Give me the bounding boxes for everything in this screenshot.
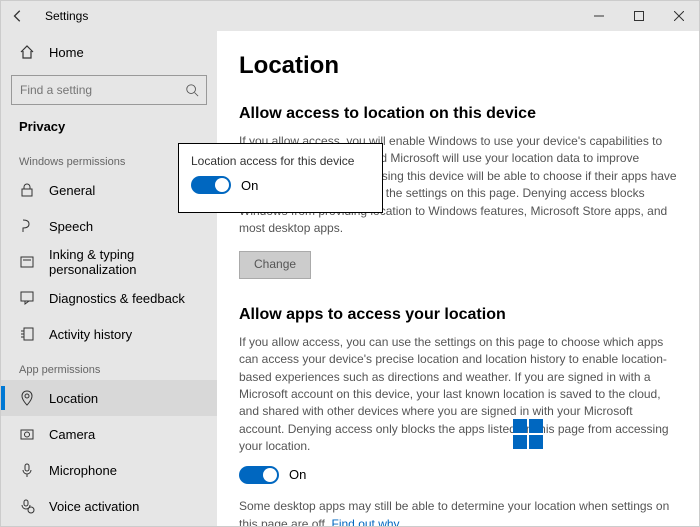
sidebar-item-label: Speech <box>49 219 93 234</box>
speech-icon <box>19 218 35 234</box>
popup-title: Location access for this device <box>191 154 370 168</box>
window-title: Settings <box>45 9 88 23</box>
sidebar-item-activity[interactable]: Activity history <box>1 316 217 352</box>
popup-toggle[interactable]: On <box>191 176 370 194</box>
toggle-label: On <box>289 466 306 485</box>
search-icon <box>178 83 206 97</box>
location-icon <box>19 390 35 406</box>
sidebar-home-label: Home <box>49 45 84 60</box>
find-out-why-link[interactable]: Find out why <box>332 517 400 526</box>
page-title: Location <box>239 49 677 84</box>
sidebar-item-label: Location <box>49 391 98 406</box>
sidebar-item-label: Microphone <box>49 463 117 478</box>
search-input[interactable] <box>12 83 178 97</box>
sidebar-item-label: Inking & typing personalization <box>49 247 217 277</box>
voice-activation-icon <box>19 498 35 514</box>
search-box[interactable] <box>11 75 207 105</box>
back-button[interactable] <box>3 1 33 31</box>
toggle-knob <box>263 468 277 482</box>
sidebar-category: Privacy <box>1 115 217 144</box>
minimize-icon <box>594 11 604 21</box>
history-icon <box>19 326 35 342</box>
sidebar-item-label: General <box>49 183 95 198</box>
home-icon <box>19 44 35 60</box>
windows-logo-overlay <box>513 419 543 449</box>
toggle-track <box>239 466 279 484</box>
camera-icon <box>19 426 35 442</box>
location-access-popup: Location access for this device On <box>178 143 383 213</box>
maximize-button[interactable] <box>619 1 659 31</box>
arrow-left-icon <box>11 9 25 23</box>
sidebar-item-label: Camera <box>49 427 95 442</box>
toggle-track <box>191 176 231 194</box>
content-pane: Location Allow access to location on thi… <box>217 31 699 526</box>
desktop-apps-note: Some desktop apps may still be able to d… <box>239 498 677 526</box>
sidebar-item-microphone[interactable]: Microphone <box>1 452 217 488</box>
minimize-button[interactable] <box>579 1 619 31</box>
sidebar-item-voice[interactable]: Voice activation <box>1 488 217 524</box>
toggle-knob <box>215 178 229 192</box>
section-apps-access-desc: If you allow access, you can use the set… <box>239 334 677 456</box>
close-icon <box>674 11 684 21</box>
lock-icon <box>19 182 35 198</box>
microphone-icon <box>19 462 35 478</box>
feedback-icon <box>19 290 35 306</box>
sidebar-item-label: Voice activation <box>49 499 139 514</box>
section-apps-access-title: Allow apps to access your location <box>239 303 677 326</box>
sidebar-item-camera[interactable]: Camera <box>1 416 217 452</box>
apps-location-toggle[interactable]: On <box>239 466 677 485</box>
close-button[interactable] <box>659 1 699 31</box>
sidebar-item-diagnostics[interactable]: Diagnostics & feedback <box>1 280 217 316</box>
sidebar-item-label: Diagnostics & feedback <box>49 291 185 306</box>
maximize-icon <box>634 11 644 21</box>
sidebar: Home Privacy Windows permissions General… <box>1 31 217 526</box>
inking-icon <box>19 254 35 270</box>
toggle-label: On <box>241 178 258 193</box>
sidebar-home[interactable]: Home <box>1 35 217 69</box>
sidebar-group-app: App permissions <box>1 352 217 380</box>
section-device-access-title: Allow access to location on this device <box>239 102 677 125</box>
change-button[interactable]: Change <box>239 251 311 278</box>
sidebar-item-label: Activity history <box>49 327 132 342</box>
sidebar-item-location[interactable]: Location <box>1 380 217 416</box>
sidebar-item-inking[interactable]: Inking & typing personalization <box>1 244 217 280</box>
sidebar-item-speech[interactable]: Speech <box>1 208 217 244</box>
titlebar: Settings <box>1 1 699 31</box>
